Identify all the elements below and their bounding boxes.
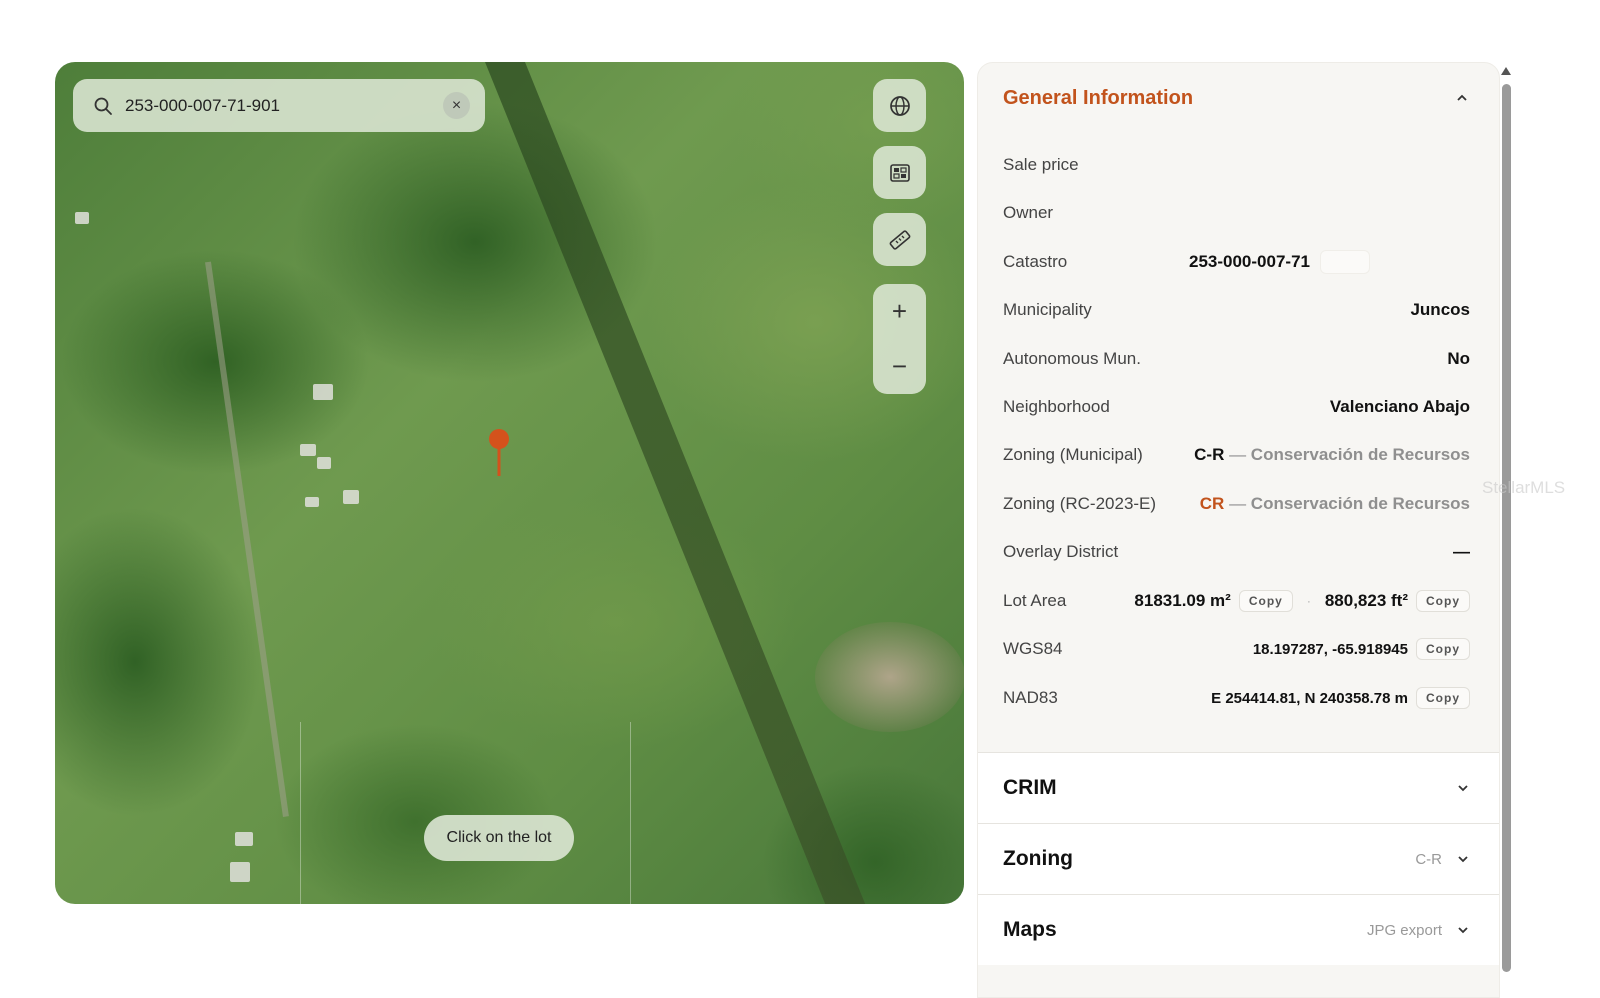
copy-ft2-button[interactable]: Copy bbox=[1416, 590, 1470, 612]
globe-layer-button[interactable] bbox=[873, 79, 926, 132]
panel-scrollbar-thumb[interactable] bbox=[1502, 84, 1511, 972]
catastro-row: Catastro 253-000-007-71 bbox=[1003, 249, 1470, 275]
house bbox=[300, 444, 316, 456]
lot-boundary-line bbox=[300, 722, 301, 904]
house bbox=[235, 832, 253, 846]
measure-button[interactable] bbox=[873, 213, 926, 266]
house bbox=[305, 497, 319, 507]
lot-area-separator: · bbox=[1306, 594, 1311, 608]
house bbox=[313, 384, 333, 400]
municipality-value: Juncos bbox=[1410, 300, 1470, 319]
satellite-map[interactable]: × + − Click on the lot bbox=[55, 62, 964, 904]
wgs84-row: WGS84 18.197287, -65.918945 Copy bbox=[1003, 636, 1470, 662]
zoning-municipal-row: Zoning (Municipal) C-R — Conservación de… bbox=[1003, 442, 1470, 468]
house bbox=[317, 457, 331, 469]
municipality-label: Municipality bbox=[1003, 300, 1092, 319]
overlay-district-row: Overlay District — bbox=[1003, 539, 1470, 565]
river-strip bbox=[485, 62, 889, 904]
search-bar[interactable]: × bbox=[73, 79, 485, 132]
crim-section-title: CRIM bbox=[1003, 776, 1057, 799]
house bbox=[343, 490, 359, 504]
copy-nad83-button[interactable]: Copy bbox=[1416, 687, 1470, 709]
autonomous-row: Autonomous Mun. No bbox=[1003, 346, 1470, 372]
globe-icon bbox=[889, 95, 910, 116]
copy-wgs84-button[interactable]: Copy bbox=[1416, 638, 1470, 660]
ruler-icon bbox=[889, 229, 910, 250]
property-info-panel: General Information Sale price Owner Cat… bbox=[977, 62, 1500, 998]
lot-area-row: Lot Area 81831.09 m² Copy · 880,823 ft² … bbox=[1003, 588, 1470, 614]
zoom-out-button[interactable]: − bbox=[873, 339, 926, 394]
house bbox=[230, 862, 250, 882]
click-on-lot-hint[interactable]: Click on the lot bbox=[424, 815, 574, 861]
overlay-district-value: — bbox=[1453, 542, 1470, 561]
copy-m2-button[interactable]: Copy bbox=[1238, 590, 1293, 612]
owner-row: Owner bbox=[1003, 200, 1470, 226]
general-info-title: General Information bbox=[1003, 86, 1194, 109]
chevron-down-icon bbox=[1458, 856, 1468, 863]
qr-code-icon bbox=[889, 163, 910, 182]
zoning-municipal-label: Zoning (Municipal) bbox=[1003, 445, 1143, 464]
nad83-label: NAD83 bbox=[1003, 688, 1058, 707]
nad83-value: E 254414.81, N 240358.78 m bbox=[1211, 689, 1408, 707]
zoning-rc-code: CR bbox=[1199, 494, 1225, 513]
zoning-municipal-desc: Conservación de Recursos bbox=[1250, 445, 1470, 464]
watermark: StellarMLS bbox=[1482, 478, 1566, 497]
autonomous-value: No bbox=[1447, 349, 1470, 368]
owner-label: Owner bbox=[1003, 203, 1054, 222]
catastro-value: 253-000-007-71 bbox=[1189, 252, 1310, 271]
municipality-row: Municipality Juncos bbox=[1003, 297, 1470, 323]
autonomous-label: Autonomous Mun. bbox=[1003, 349, 1141, 368]
catastro-suffix-badge bbox=[1319, 250, 1370, 274]
road bbox=[205, 261, 289, 817]
zoom-controls: + − bbox=[873, 284, 926, 394]
zoning-rc-label: Zoning (RC-2023-E) bbox=[1003, 494, 1157, 513]
chevron-up-icon[interactable] bbox=[1455, 91, 1469, 105]
zoning-section-summary: C-R bbox=[1415, 850, 1442, 868]
house bbox=[75, 212, 89, 224]
crim-section[interactable]: CRIM bbox=[978, 752, 1499, 823]
location-pin-icon[interactable] bbox=[488, 428, 510, 478]
search-input[interactable] bbox=[123, 94, 427, 117]
lot-area-m2-value: 81831.09 m² bbox=[1134, 591, 1231, 610]
zoning-rc-row: Zoning (RC-2023-E) CR — Conservación de … bbox=[1003, 491, 1470, 517]
clear-search-button[interactable]: × bbox=[443, 92, 470, 119]
scroll-up-arrow-icon[interactable] bbox=[1500, 66, 1512, 76]
zoning-section-title: Zoning bbox=[1003, 847, 1073, 870]
qr-code-button[interactable] bbox=[873, 146, 926, 199]
overlay-district-label: Overlay District bbox=[1003, 542, 1119, 561]
zoning-rc-desc: Conservación de Recursos bbox=[1250, 494, 1470, 513]
zoning-rc-separator: — bbox=[1224, 494, 1251, 513]
lot-area-label: Lot Area bbox=[1003, 591, 1067, 610]
search-icon bbox=[94, 97, 112, 115]
riverbed bbox=[815, 622, 964, 732]
maps-section[interactable]: Maps JPG export bbox=[978, 894, 1499, 965]
nad83-row: NAD83 E 254414.81, N 240358.78 m Copy bbox=[1003, 685, 1470, 711]
general-info-header[interactable]: General Information bbox=[1003, 85, 1469, 111]
neighborhood-row: Neighborhood Valenciano Abajo bbox=[1003, 394, 1470, 420]
wgs84-value: 18.197287, -65.918945 bbox=[1252, 640, 1408, 658]
lot-area-ft2-value: 880,823 ft² bbox=[1324, 591, 1408, 610]
maps-section-summary: JPG export bbox=[1366, 921, 1442, 939]
sale-price-row: Sale price bbox=[1003, 152, 1470, 178]
zoning-section[interactable]: Zoning C-R bbox=[978, 823, 1499, 894]
zoning-municipal-code: C-R bbox=[1194, 445, 1225, 464]
zoom-in-button[interactable]: + bbox=[873, 284, 926, 339]
zoning-municipal-separator: — bbox=[1224, 445, 1251, 464]
lot-boundary-line bbox=[630, 722, 631, 904]
maps-section-title: Maps bbox=[1003, 918, 1057, 941]
sale-price-label: Sale price bbox=[1003, 155, 1079, 174]
neighborhood-value: Valenciano Abajo bbox=[1329, 397, 1470, 416]
wgs84-label: WGS84 bbox=[1003, 639, 1063, 658]
neighborhood-label: Neighborhood bbox=[1003, 397, 1110, 416]
catastro-label: Catastro bbox=[1003, 252, 1068, 271]
chevron-down-icon bbox=[1458, 927, 1468, 934]
chevron-down-icon bbox=[1458, 785, 1468, 792]
